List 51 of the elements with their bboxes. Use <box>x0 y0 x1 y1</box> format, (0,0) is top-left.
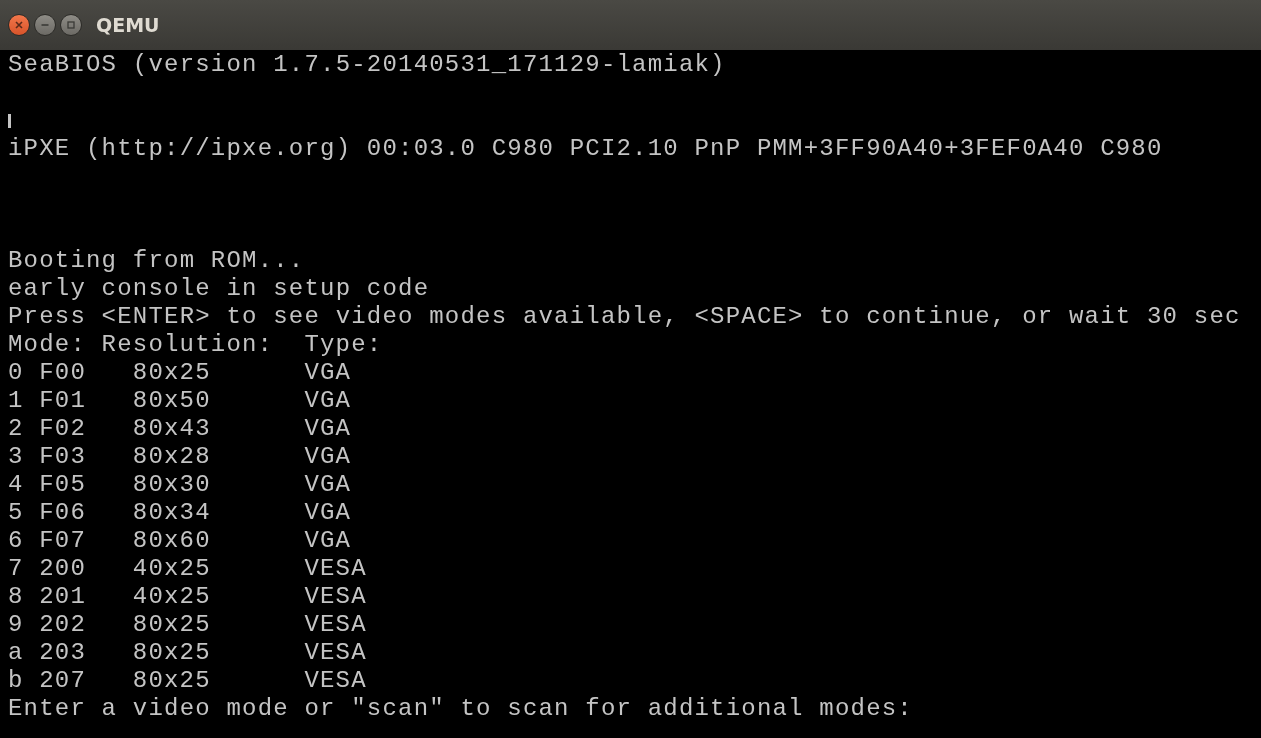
type-cell: VGA <box>304 359 352 386</box>
resolution-cell: 80x43 <box>132 415 211 442</box>
close-icon <box>14 20 24 30</box>
resolution-cell: 80x28 <box>132 443 211 470</box>
type-cell: VESA <box>304 639 367 666</box>
type-cell: VESA <box>304 667 367 694</box>
maximize-button[interactable] <box>60 14 82 36</box>
type-cell: VGA <box>304 415 352 442</box>
mode-cell: b 207 <box>8 667 86 694</box>
maximize-icon <box>66 20 76 30</box>
console-prompt: Enter a video mode or "scan" to scan for additional modes: <box>8 695 913 723</box>
close-button[interactable] <box>8 14 30 36</box>
column-header: Resolution: <box>101 331 274 358</box>
resolution-cell: 80x30 <box>132 471 211 498</box>
type-cell: VGA <box>304 471 352 498</box>
resolution-cell: 80x25 <box>132 639 211 666</box>
type-cell: VGA <box>304 527 352 554</box>
window-title: QEMU <box>96 14 160 36</box>
mode-cell: 9 202 <box>8 611 86 638</box>
mode-cell: 1 F01 <box>8 387 86 414</box>
minimize-button[interactable] <box>34 14 56 36</box>
resolution-cell: 80x25 <box>132 611 211 638</box>
type-cell: VESA <box>304 555 367 582</box>
mode-cell: 5 F06 <box>8 499 86 526</box>
type-cell: VESA <box>304 611 367 638</box>
type-cell: VGA <box>304 499 352 526</box>
console-line: Press <ENTER> to see video modes available, <SPACE> to continue, or wait 30 sec <box>8 303 1241 331</box>
console-line: Booting from ROM... <box>8 247 305 275</box>
column-header: Mode: <box>8 331 86 358</box>
mode-cell: a 203 <box>8 639 86 666</box>
resolution-cell: 40x25 <box>132 583 211 610</box>
column-header: Type: <box>304 331 383 358</box>
mode-cell: 0 F00 <box>8 359 86 386</box>
type-cell: VGA <box>304 443 352 470</box>
resolution-cell: 80x50 <box>132 387 211 414</box>
resolution-cell: 80x25 <box>132 667 211 694</box>
console-line: SeaBIOS (version 1.7.5-20140531_171129-lamiak) <box>8 51 726 79</box>
type-cell: VGA <box>304 387 352 414</box>
resolution-cell: 80x34 <box>132 499 211 526</box>
resolution-cell: 80x60 <box>132 527 211 554</box>
mode-cell: 6 F07 <box>8 527 86 554</box>
mode-cell: 7 200 <box>8 555 86 582</box>
mode-cell: 3 F03 <box>8 443 86 470</box>
mode-cell: 2 F02 <box>8 415 86 442</box>
mode-cell: 4 F05 <box>8 471 86 498</box>
type-cell: VESA <box>304 583 367 610</box>
console-line: iPXE (http://ipxe.org) 00:03.0 C980 PCI2.10 PnP PMM+3FF90A40+3FEF0A40 C980 <box>8 135 1163 163</box>
mode-cell: 8 201 <box>8 583 86 610</box>
resolution-cell: 80x25 <box>132 359 211 386</box>
console-line: early console in setup code <box>8 275 430 303</box>
resolution-cell: 40x25 <box>132 555 211 582</box>
